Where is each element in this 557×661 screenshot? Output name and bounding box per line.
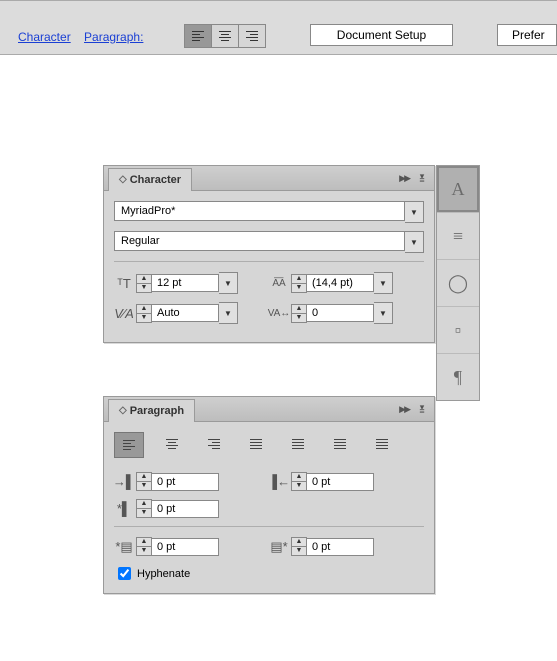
leading-icon: A͞A [269, 274, 289, 292]
preferences-button[interactable]: Prefer [497, 24, 557, 46]
font-size-stepper[interactable]: ▲▼ [136, 274, 152, 293]
kerning-icon: V⁄A [114, 304, 134, 322]
glyphs-panel-icon[interactable]: ▫ [437, 307, 479, 354]
panel-header[interactable]: ◇Paragraph ▶▶ ▾≡ [104, 397, 434, 422]
indent-right-icon: ▐← [269, 473, 289, 491]
hyphenate-label: Hyphenate [137, 568, 190, 580]
font-size-input[interactable] [152, 274, 219, 292]
leading-stepper[interactable]: ▲▼ [291, 274, 307, 293]
align-left-button[interactable] [185, 25, 212, 47]
para-align-right[interactable] [200, 432, 228, 456]
leading-input[interactable] [307, 274, 374, 292]
kerning-dropdown[interactable]: ▼ [219, 302, 238, 324]
hyphenate-checkbox[interactable] [118, 567, 131, 580]
font-size-dropdown[interactable]: ▼ [219, 272, 238, 294]
tracking-dropdown[interactable]: ▼ [374, 302, 393, 324]
side-icon-bar: A ≡ ◯ ▫ ¶ [436, 165, 480, 401]
para-justify-right[interactable] [326, 432, 354, 456]
character-panel: ◇Character ▶▶ ▾≡ ▼ ▼ ᵀT ▲▼ ▼ A͞A ▲▼ ▼ [103, 165, 435, 343]
opentype-panel-icon[interactable]: ◯ [437, 260, 479, 307]
tracking-icon: VA↔ [269, 304, 289, 322]
space-after-input[interactable] [307, 538, 374, 556]
paragraph-panel-icon[interactable]: ≡ [437, 213, 479, 260]
font-family-input[interactable] [114, 201, 405, 221]
panel-menu-icon[interactable]: ▾≡ [415, 405, 429, 413]
first-line-indent-input[interactable] [152, 500, 219, 518]
indent-left-icon: →▌ [114, 473, 134, 491]
first-line-indent-stepper[interactable]: ▲▼ [136, 499, 152, 518]
para-justify-center[interactable] [284, 432, 312, 456]
tracking-input[interactable] [307, 304, 374, 322]
para-justify-left[interactable] [242, 432, 270, 456]
space-before-stepper[interactable]: ▲▼ [136, 537, 152, 556]
kerning-input[interactable] [152, 304, 219, 322]
align-center-button[interactable] [212, 25, 239, 47]
character-tab[interactable]: ◇Character [108, 168, 192, 191]
indent-right-stepper[interactable]: ▲▼ [291, 472, 307, 491]
font-style-input[interactable] [114, 231, 405, 251]
font-size-icon: ᵀT [114, 274, 134, 292]
font-family-dropdown[interactable]: ▼ [405, 201, 424, 223]
paragraph-panel: ◇Paragraph ▶▶ ▾≡ →▌ ▲▼ ▐← ▲▼ [103, 396, 435, 594]
space-before-input[interactable] [152, 538, 219, 556]
align-right-button[interactable] [239, 25, 265, 47]
panel-menu-icon[interactable]: ▾≡ [415, 174, 429, 182]
space-after-icon: ▤* [269, 538, 289, 556]
pilcrow-panel-icon[interactable]: ¶ [437, 354, 479, 400]
collapse-icon[interactable]: ▶▶ [399, 404, 409, 415]
tracking-stepper[interactable]: ▲▼ [291, 304, 307, 323]
toolbar-align-group [184, 24, 266, 48]
character-link[interactable]: Character [18, 30, 71, 44]
font-style-dropdown[interactable]: ▼ [405, 231, 424, 253]
para-align-left[interactable] [114, 432, 144, 458]
para-justify-all[interactable] [368, 432, 396, 456]
paragraph-link[interactable]: Paragraph: [84, 30, 143, 44]
paragraph-tab[interactable]: ◇Paragraph [108, 399, 195, 422]
para-align-center[interactable] [158, 432, 186, 456]
space-after-stepper[interactable]: ▲▼ [291, 537, 307, 556]
character-panel-icon[interactable]: A [437, 166, 479, 213]
indent-right-input[interactable] [307, 473, 374, 491]
top-toolbar: Character Paragraph: Document Setup Pref… [0, 0, 557, 55]
leading-dropdown[interactable]: ▼ [374, 272, 393, 294]
indent-left-input[interactable] [152, 473, 219, 491]
collapse-icon[interactable]: ▶▶ [399, 173, 409, 184]
indent-left-stepper[interactable]: ▲▼ [136, 472, 152, 491]
first-line-indent-icon: *▌ [114, 500, 134, 518]
panel-header[interactable]: ◇Character ▶▶ ▾≡ [104, 166, 434, 191]
space-before-icon: *▤ [114, 538, 134, 556]
kerning-stepper[interactable]: ▲▼ [136, 304, 152, 323]
document-setup-button[interactable]: Document Setup [310, 24, 453, 46]
